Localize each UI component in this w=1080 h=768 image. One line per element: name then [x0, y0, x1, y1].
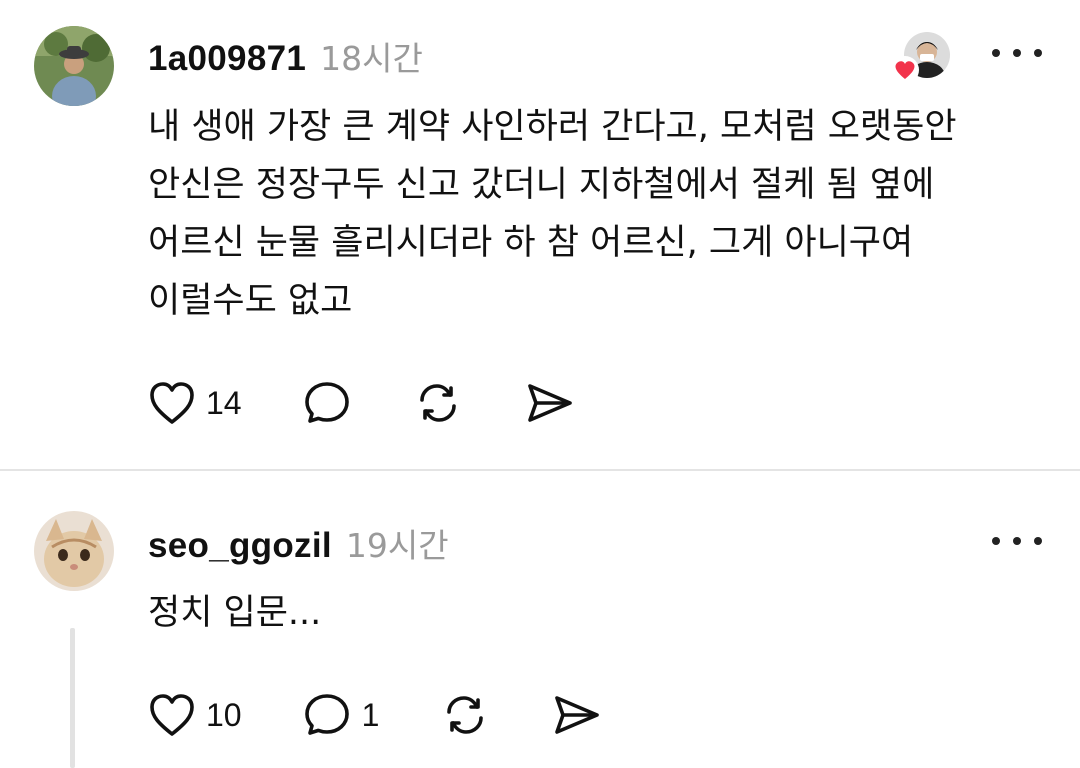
post-1: 1a009871 18시간 내 생애 가장 큰 계약 사인하러 간다고, 모처럼… — [0, 0, 1080, 469]
timestamp: 18시간 — [320, 39, 423, 78]
reply-count: 1 — [361, 696, 380, 733]
like-button[interactable]: 10 — [148, 692, 242, 738]
paper-plane-icon — [555, 696, 600, 734]
speech-bubble-icon — [304, 382, 349, 423]
heart-outline-icon — [150, 382, 194, 424]
post-header: seo_ggozil 19시간 — [148, 519, 449, 567]
post-actions: 10 1 — [148, 691, 663, 739]
user-avatar[interactable] — [34, 511, 114, 591]
like-count: 10 — [206, 696, 242, 733]
more-options-button[interactable] — [992, 526, 1042, 556]
reply-button[interactable] — [302, 379, 352, 427]
more-horizontal-icon — [992, 537, 1000, 545]
reply-button[interactable]: 1 — [302, 691, 380, 739]
speech-bubble-icon — [304, 694, 349, 735]
more-horizontal-icon — [992, 49, 1000, 57]
username[interactable]: seo_ggozil — [148, 526, 332, 566]
repost-button[interactable] — [412, 379, 464, 427]
repost-arrows-icon — [419, 384, 456, 422]
post-header: 1a009871 18시간 — [148, 32, 423, 80]
post-text: 정치 입문... — [148, 593, 322, 633]
repost-arrows-icon — [447, 696, 484, 734]
post-actions: 14 — [148, 379, 636, 427]
more-options-button[interactable] — [992, 38, 1042, 68]
liked-heart-badge-icon — [890, 56, 920, 88]
thread-connector-line — [70, 628, 75, 768]
like-button[interactable]: 14 — [148, 380, 242, 426]
timestamp: 19시간 — [345, 526, 449, 565]
share-button[interactable] — [524, 379, 576, 427]
share-button[interactable] — [551, 691, 603, 739]
heart-outline-icon — [150, 694, 194, 736]
username[interactable]: 1a009871 — [148, 39, 306, 79]
repost-button[interactable] — [439, 691, 491, 739]
user-avatar[interactable] — [34, 26, 114, 106]
post-text: 내 생애 가장 큰 계약 사인하러 간다고, 모처럼 오랫동안 안신은 정장구두… — [148, 107, 957, 321]
like-count: 14 — [206, 384, 242, 421]
paper-plane-icon — [527, 384, 572, 422]
post-2: seo_ggozil 19시간 정치 입문... 10 1 — [0, 471, 1080, 756]
